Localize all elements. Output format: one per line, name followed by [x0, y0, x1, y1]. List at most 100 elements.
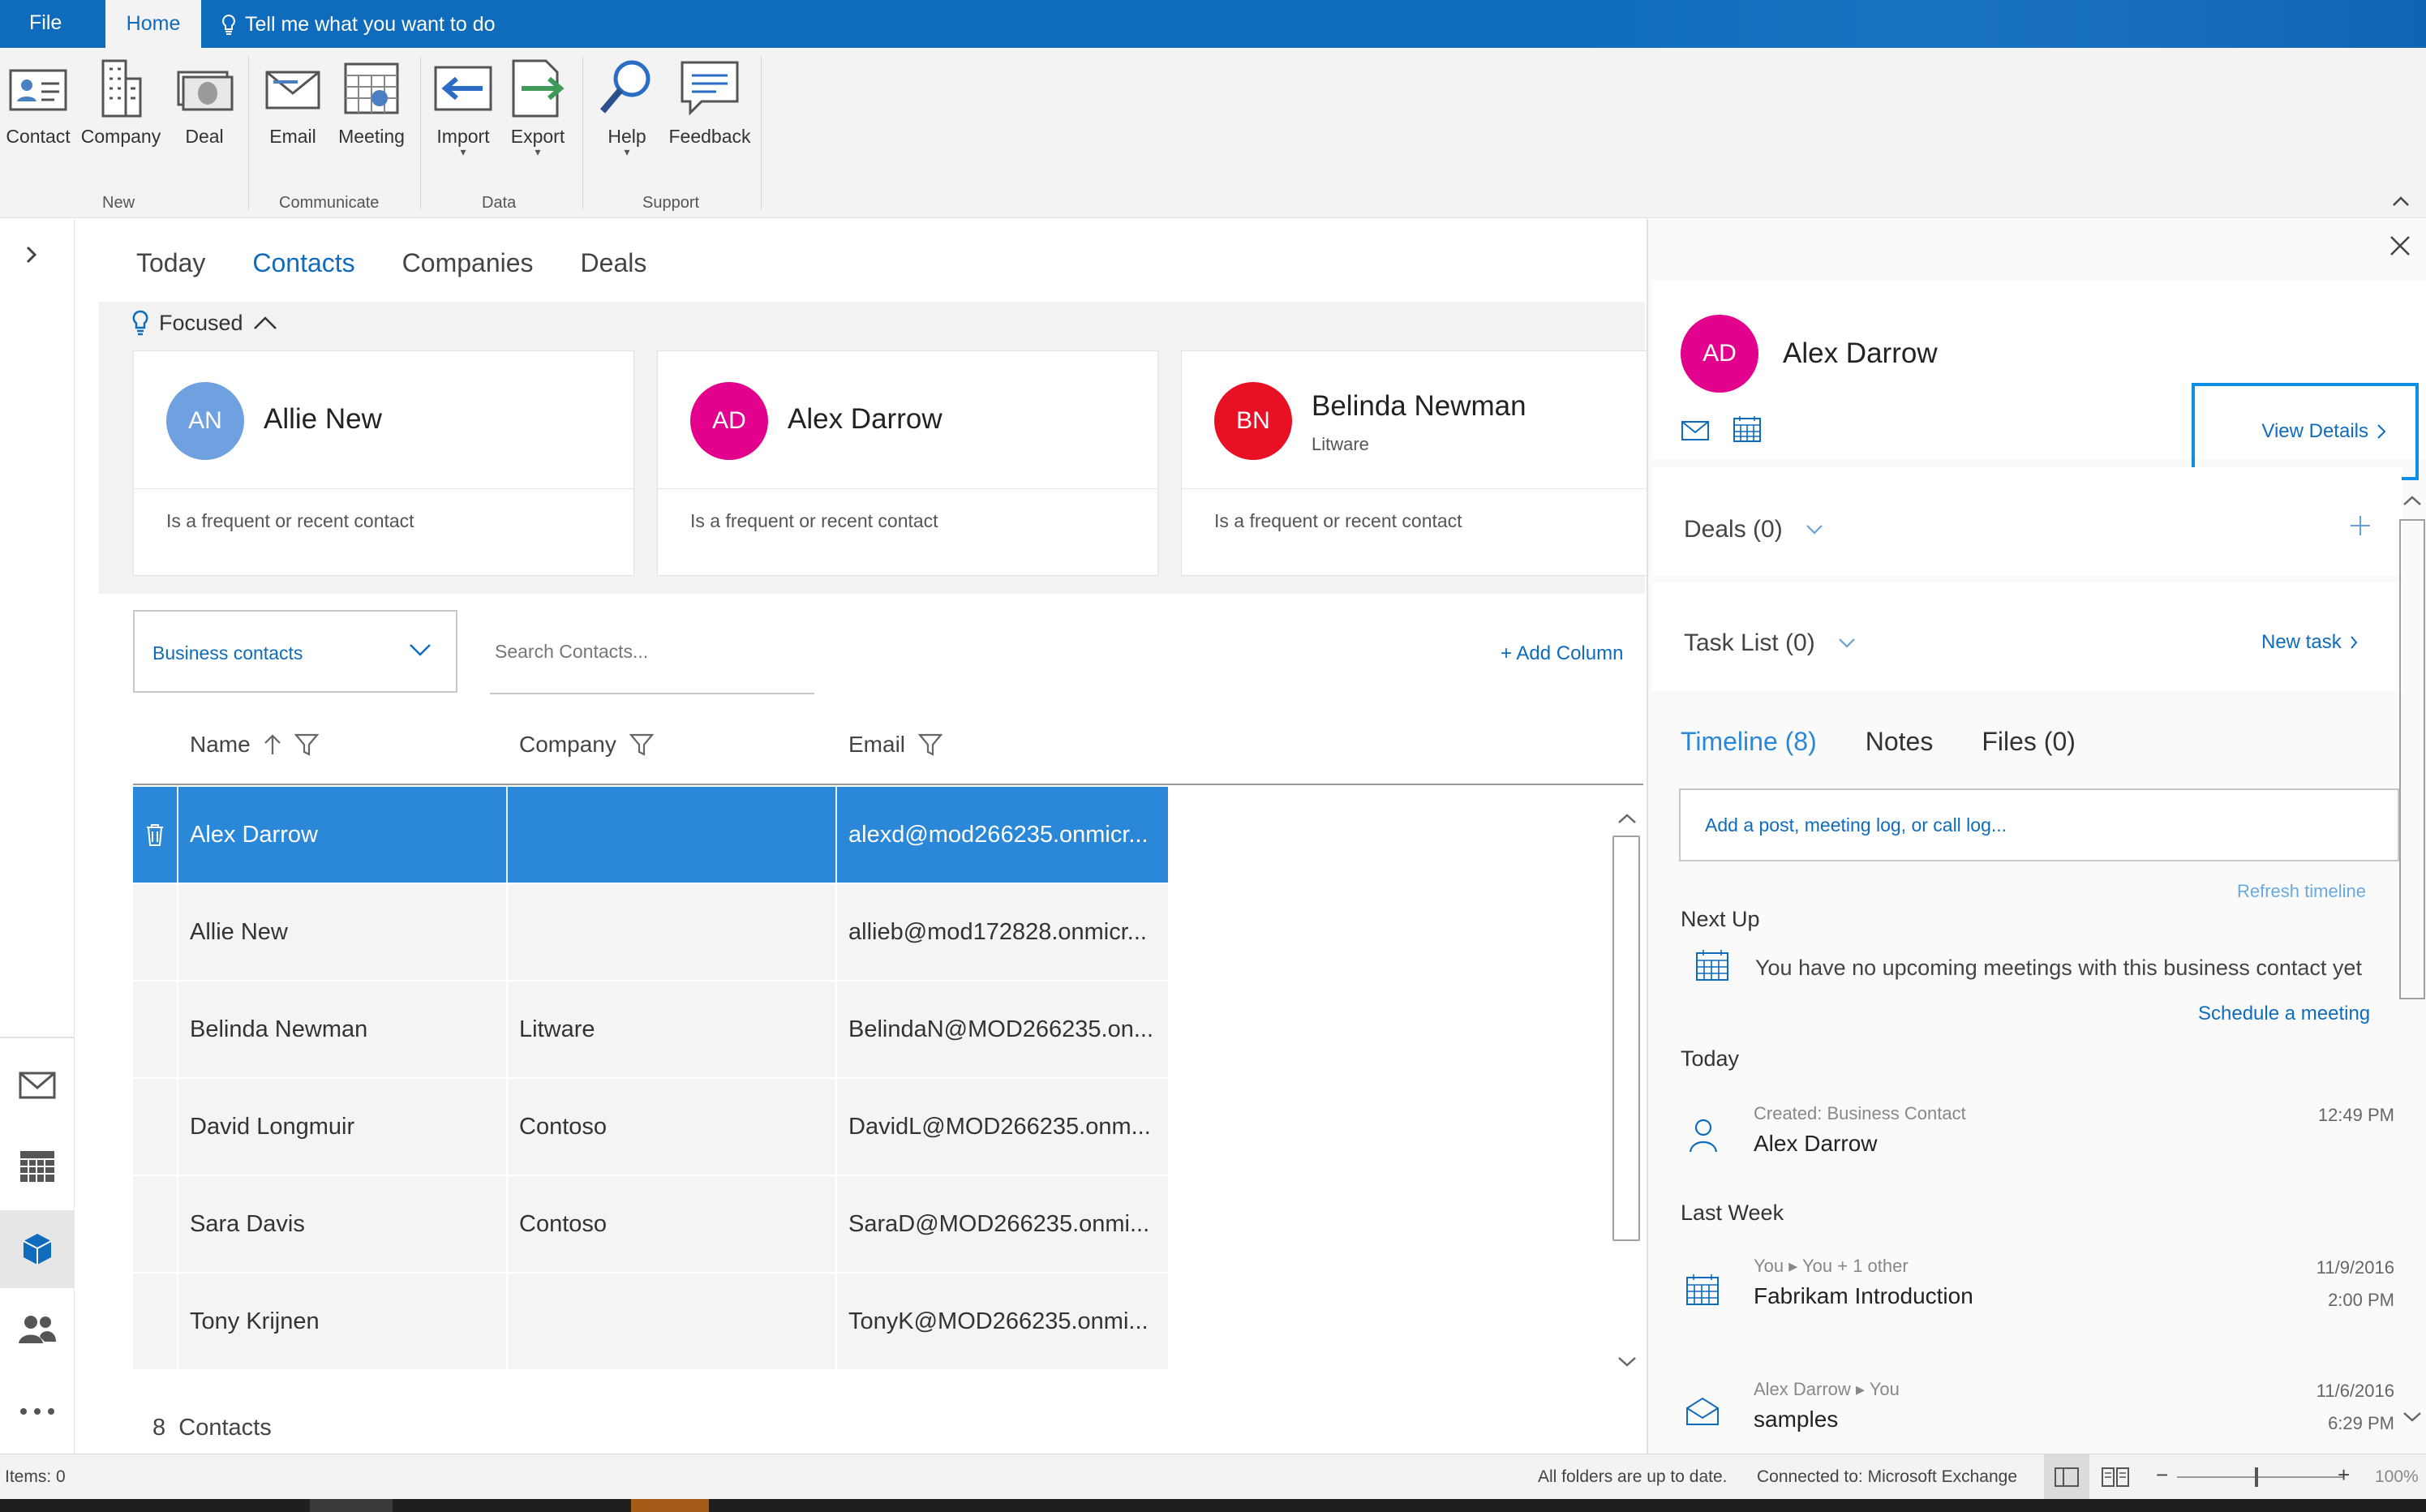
new-deal-button[interactable]: Deal	[169, 56, 240, 148]
mail-icon	[19, 1072, 56, 1099]
people-icon	[19, 1316, 56, 1343]
zoom-slider[interactable]	[2177, 1476, 2344, 1478]
more-nav-button[interactable]	[0, 1372, 75, 1450]
detail-scroll-down-chevron-icon[interactable]	[2402, 1407, 2422, 1428]
business-contact-manager-nav-button[interactable]	[0, 1210, 75, 1288]
task-list-header[interactable]: Task List (0)	[1684, 629, 1856, 657]
reading-view-button[interactable]	[2101, 1466, 2130, 1493]
zoom-level[interactable]: 100%	[2375, 1467, 2419, 1487]
arrow-right-icon: ▸	[1788, 1256, 1798, 1276]
timeline-item-to: You + 1 other	[1802, 1256, 1909, 1276]
post-input[interactable]	[1681, 790, 2398, 860]
view-selector-value: Business contacts	[152, 642, 303, 664]
calendar-icon	[1686, 1274, 1719, 1305]
tab-contacts[interactable]: Contacts	[252, 248, 354, 278]
new-deal-label: Deal	[185, 126, 224, 147]
focused-header[interactable]: Focused	[131, 310, 277, 336]
import-button[interactable]: Import ▾	[427, 56, 500, 158]
tab-notes[interactable]: Notes	[1866, 727, 1934, 757]
new-contact-button[interactable]: Contact	[3, 56, 73, 148]
deals-header[interactable]: Deals (0)	[1684, 516, 1823, 543]
help-button[interactable]: Help ▾	[592, 56, 662, 157]
tab-deals[interactable]: Deals	[581, 248, 647, 278]
sort-ascending-icon[interactable]	[264, 733, 281, 756]
cell-email: BelindaN@MOD266235.on...	[848, 1016, 1154, 1042]
normal-view-button[interactable]	[2044, 1454, 2089, 1500]
focused-card-belinda-newman[interactable]: BN Belinda Newman Litware Is a frequent …	[1181, 350, 1682, 576]
table-row[interactable]: Tony Krijnen TonyK@MOD266235.onmi...	[133, 1274, 1168, 1369]
last-week-heading: Last Week	[1681, 1201, 1784, 1225]
focused-card-alex-darrow[interactable]: AD Alex Darrow Is a frequent or recent c…	[657, 350, 1158, 576]
column-header-label: Company	[519, 732, 616, 757]
new-company-button[interactable]: Company	[78, 56, 164, 148]
mail-nav-button[interactable]	[0, 1046, 75, 1124]
schedule-meeting-link[interactable]: Schedule a meeting	[2198, 1003, 2370, 1025]
timeline-item[interactable]: Alex Darrow ▸ You samples 11/6/2016 6:29…	[1681, 1379, 2394, 1452]
home-tab[interactable]: Home	[105, 0, 201, 48]
table-row[interactable]: Sara Davis Contoso SaraD@MOD266235.onmi.…	[133, 1176, 1168, 1272]
timeline-item[interactable]: Created: Business Contact Alex Darrow 12…	[1681, 1103, 2394, 1192]
timeline-item[interactable]: You ▸ You + 1 other Fabrikam Introductio…	[1681, 1256, 2394, 1353]
new-task-link[interactable]: New task	[2261, 631, 2358, 654]
table-row[interactable]: Belinda Newman Litware BelindaN@MOD26623…	[133, 982, 1168, 1077]
cell-email: allieb@mod172828.onmicr...	[848, 919, 1147, 945]
filter-icon[interactable]	[294, 732, 319, 757]
detail-scrollbar-thumb[interactable]	[2399, 519, 2425, 999]
zoom-in-button[interactable]: +	[2338, 1463, 2350, 1488]
tab-files[interactable]: Files (0)	[1982, 727, 2076, 757]
column-header-name[interactable]: Name	[190, 732, 319, 758]
tab-timeline[interactable]: Timeline (8)	[1681, 727, 1817, 757]
calendar-nav-button[interactable]	[0, 1128, 75, 1205]
column-header-company[interactable]: Company	[519, 732, 654, 758]
import-dropdown-arrow: ▾	[460, 145, 466, 158]
focused-panel: Focused AN Allie New Is a frequent or re…	[99, 302, 1682, 594]
close-pane-button[interactable]	[2389, 229, 2411, 265]
feedback-button[interactable]: Feedback	[665, 56, 754, 148]
table-row[interactable]: Alex Darrow alexd@mod266235.onmicr...	[133, 787, 1168, 883]
timeline-item-from: You	[1754, 1256, 1784, 1276]
search-input[interactable]	[490, 633, 814, 663]
detail-scroll-up-chevron-icon[interactable]	[2402, 490, 2422, 511]
list-scrollbar-thumb[interactable]	[1612, 835, 1640, 1241]
taskbar-item[interactable]	[631, 1499, 709, 1512]
cell-name: Allie New	[178, 884, 508, 980]
group-label-data: Data	[482, 194, 517, 212]
column-header-email[interactable]: Email	[848, 732, 943, 758]
add-deal-plus-icon[interactable]	[2349, 514, 2372, 537]
email-button[interactable]: Email	[258, 56, 328, 148]
cell-email: TonyK@MOD266235.onmi...	[848, 1308, 1149, 1334]
email-icon[interactable]	[1681, 420, 1710, 441]
close-icon	[2390, 236, 2410, 256]
tab-today[interactable]: Today	[136, 248, 205, 278]
view-details-button[interactable]: View Details	[2192, 383, 2419, 480]
expand-pane-chevron-right-icon[interactable]	[26, 243, 37, 269]
trash-icon[interactable]	[144, 823, 165, 847]
avatar: AD	[690, 382, 768, 460]
cell-name: David Longmuir	[178, 1079, 508, 1175]
focused-card-allie-new[interactable]: AN Allie New Is a frequent or recent con…	[133, 350, 634, 576]
zoom-slider-thumb[interactable]	[2255, 1467, 2258, 1487]
file-menu[interactable]: File	[29, 11, 62, 35]
tell-me-box[interactable]: Tell me what you want to do	[221, 13, 496, 37]
zoom-out-button[interactable]: −	[2156, 1463, 2168, 1488]
export-button[interactable]: Export ▾	[503, 56, 573, 157]
table-row[interactable]: David Longmuir Contoso DavidL@MOD266235.…	[133, 1079, 1168, 1175]
cell-name: Tony Krijnen	[178, 1274, 508, 1369]
collapse-ribbon-chevron-up-icon[interactable]	[2392, 191, 2410, 212]
timeline-item-time: 6:29 PM	[2328, 1413, 2394, 1433]
scroll-down-chevron-icon[interactable]	[1617, 1351, 1637, 1372]
scroll-up-chevron-icon[interactable]	[1617, 808, 1637, 829]
timeline-item-title: samples	[1754, 1407, 1839, 1432]
filter-icon[interactable]	[629, 732, 654, 757]
focused-label: Focused	[159, 310, 243, 335]
refresh-timeline-link[interactable]: Refresh timeline	[2237, 881, 2366, 902]
tab-companies[interactable]: Companies	[402, 248, 534, 278]
add-column-button[interactable]: + Add Column	[1501, 642, 1623, 665]
filter-icon[interactable]	[918, 732, 943, 757]
taskbar-item[interactable]	[310, 1499, 393, 1512]
view-selector[interactable]: Business contacts	[133, 610, 457, 693]
meeting-button[interactable]: Meeting	[331, 56, 412, 148]
table-row[interactable]: Allie New allieb@mod172828.onmicr...	[133, 884, 1168, 980]
calendar-icon[interactable]	[1733, 415, 1762, 443]
people-nav-button[interactable]	[0, 1290, 75, 1368]
